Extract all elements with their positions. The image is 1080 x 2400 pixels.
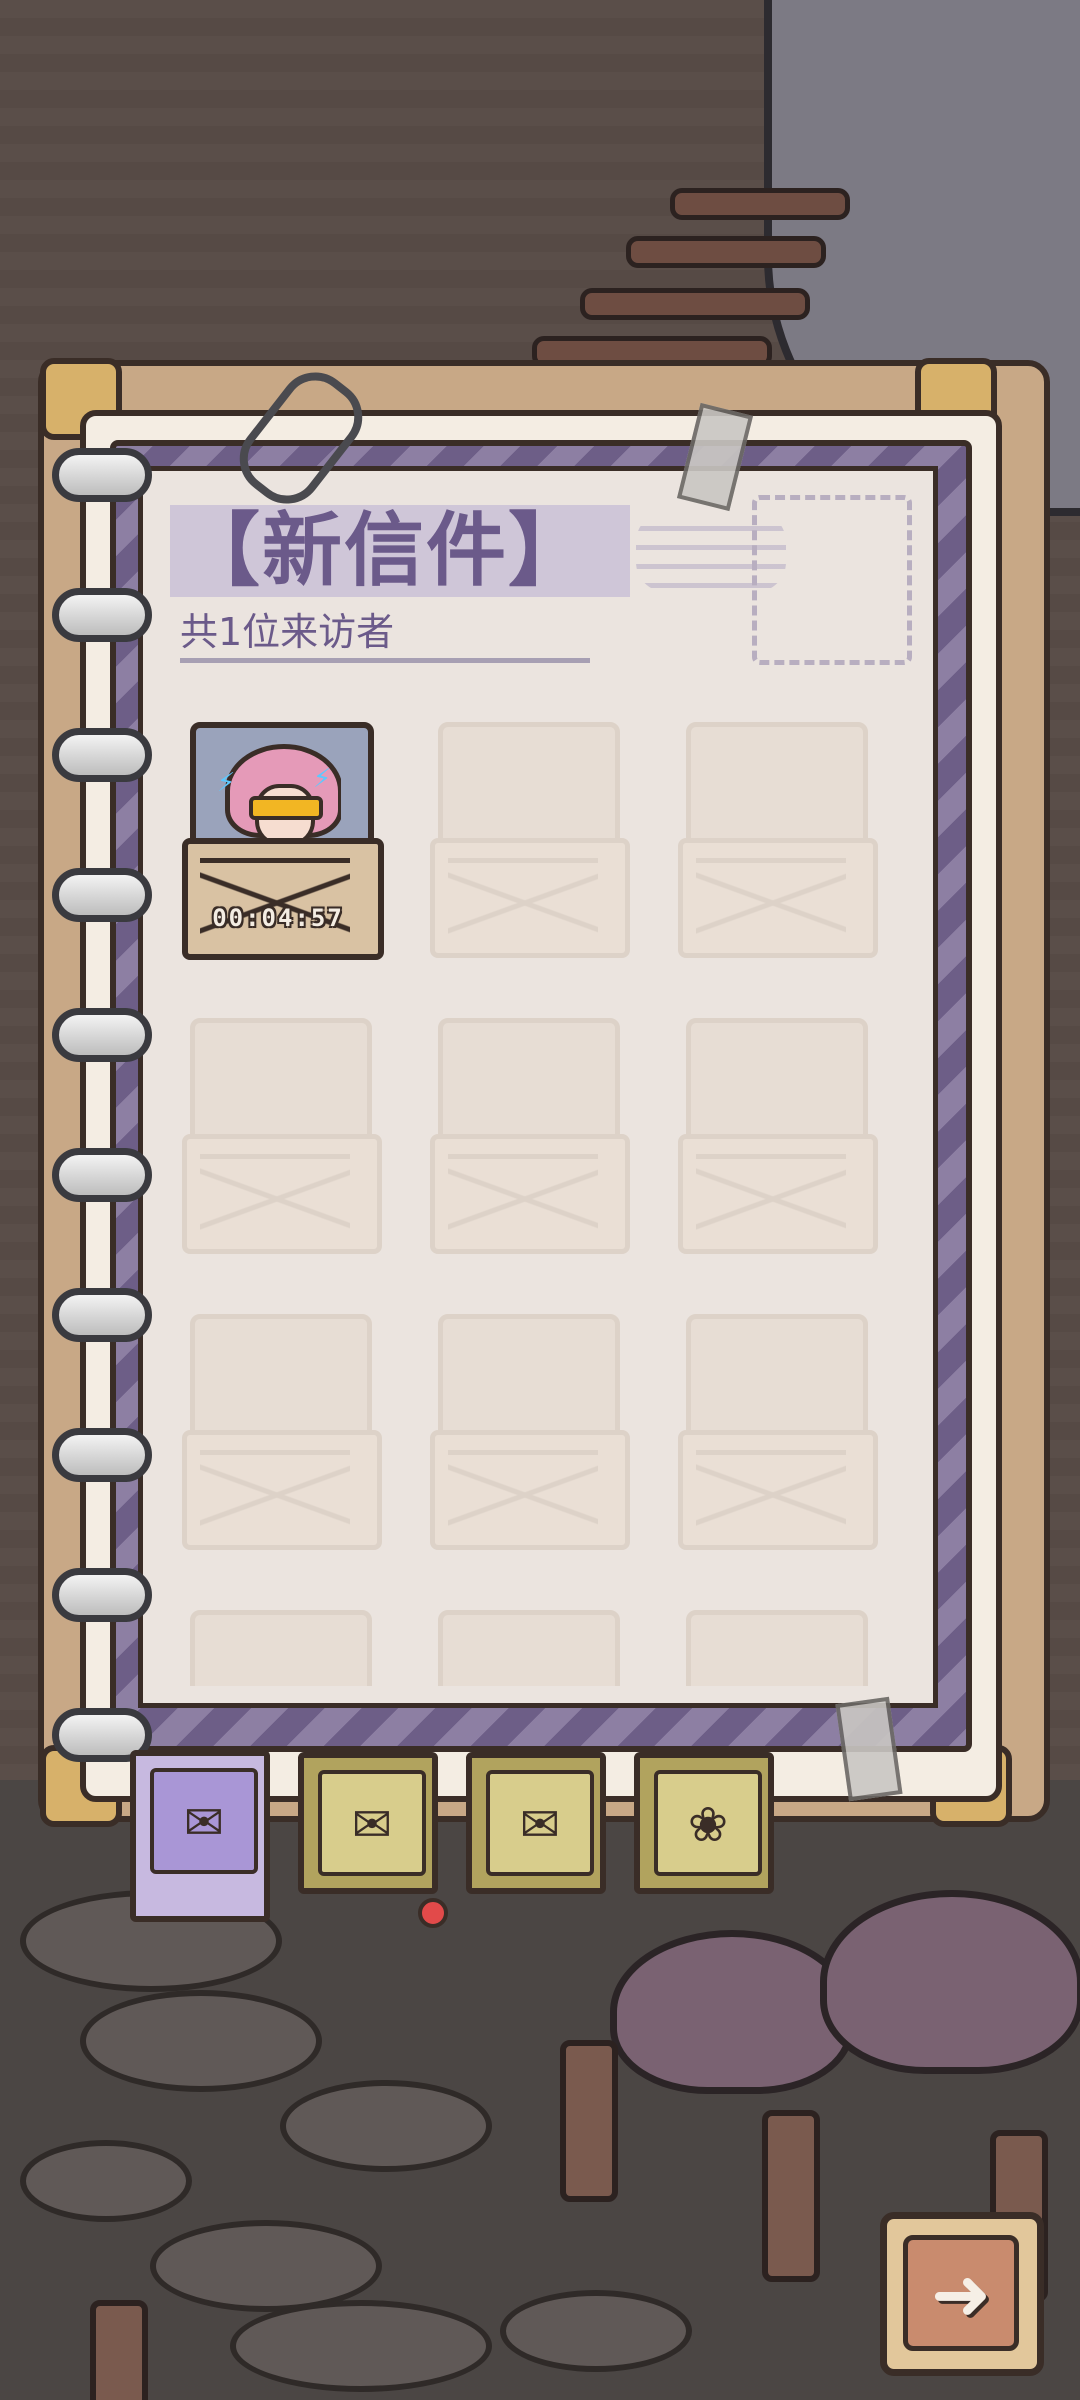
tab-inner: ✉ [318,1770,426,1876]
fence-post [560,2040,618,2202]
visitor-timer: 00:04:57 [212,904,344,932]
mushroom [820,1890,1080,2074]
slot-flap [448,858,598,943]
empty-letter-slot [182,1606,372,1686]
notification-dot [418,1898,448,1928]
binder-ring [52,448,152,502]
postmark-stamp [752,495,912,665]
tab-new-letters[interactable]: ✉ [130,1750,270,1922]
empty-letter-slot [678,718,878,958]
avatar-glasses [249,796,323,820]
arrow-right-icon: ➜ [930,2252,992,2336]
slot-flap [696,1154,846,1239]
stepping-stone [280,2080,492,2172]
card-collection-icon: ❀ [687,1797,729,1853]
binder-ring [52,1288,152,1342]
binder-ring [52,868,152,922]
tab-inner: ✉ [486,1770,594,1876]
empty-letter-slot [678,1310,878,1550]
empty-letter-slot [430,1014,630,1254]
binder-ring [52,1008,152,1062]
empty-letter-slot [182,1014,382,1254]
binder-ring [52,1428,152,1482]
tab-inner: ❀ [654,1770,762,1876]
visitor-count: 共1位来访者 [180,606,590,663]
binder-ring [52,1568,152,1622]
slot-frame [190,1610,372,1686]
slot-flap [200,1450,350,1535]
lightning-icon: ⚡ [217,768,236,798]
slot-flap [448,1154,598,1239]
slot-flap [200,1154,350,1239]
background-plank [580,288,810,320]
stepping-stone [500,2290,692,2372]
stepping-stone [80,1990,322,2092]
envelope-icon: ✉ [183,1795,225,1851]
binder-ring [52,728,152,782]
next-button[interactable]: ➜ [880,2212,1044,2376]
stepping-stone [150,2220,382,2312]
slot-frame [686,1610,868,1686]
background-plank [670,188,850,220]
binder-ring [52,588,152,642]
empty-letter-slot [678,1014,878,1254]
sealed-envelope-icon: ✉ [351,1797,393,1853]
mushroom [610,1930,854,2094]
tab-opened-letters[interactable]: ✉ [466,1752,606,1894]
slot-flap [696,1450,846,1535]
tab-collection[interactable]: ❀ [634,1752,774,1894]
slot-frame [438,1610,620,1686]
tab-inner: ✉ [150,1768,258,1874]
next-button-inner: ➜ [903,2235,1019,2351]
lightning-icon: ⚡ [313,764,332,794]
empty-letter-slot [430,718,630,958]
empty-letter-slot [182,1310,382,1550]
binder-ring [52,1148,152,1202]
stepping-stone [230,2300,492,2392]
empty-letter-slot [678,1606,868,1686]
fence-post [90,2300,148,2400]
empty-letter-slot [430,1606,620,1686]
stepping-stone [20,2140,192,2222]
empty-letter-slot [430,1310,630,1550]
fence-post [762,2110,820,2282]
open-envelope-icon: ✉ [519,1797,561,1853]
page-title: 【新信件】 [170,505,630,597]
tab-sealed-letters[interactable]: ✉ [298,1752,438,1894]
visitor-letter[interactable]: ⚡ ⚡ 00:04:57 [182,718,384,960]
slot-flap [448,1450,598,1535]
slot-flap [696,858,846,943]
background-plank [626,236,826,268]
